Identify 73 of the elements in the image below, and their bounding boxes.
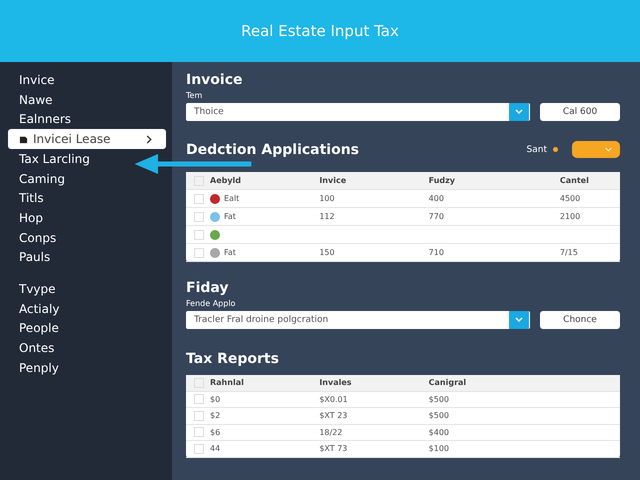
section-heading: Tax Reports: [186, 351, 280, 367]
table-cell-text: 7/15: [560, 248, 579, 257]
checkbox[interactable]: [194, 248, 204, 258]
dot-icon: [553, 147, 558, 152]
checkbox[interactable]: [194, 427, 204, 438]
table-cell-text: $X0.01: [319, 394, 349, 404]
table-cell-text: 18/22: [319, 428, 344, 437]
column-header: Fudzy: [428, 176, 456, 185]
table-cell-text: 2100: [560, 212, 582, 221]
caret-icon: [605, 147, 612, 152]
sidebar-item[interactable]: Invicei Lease: [8, 129, 166, 150]
sidebar-item[interactable]: Nawe: [8, 90, 59, 110]
section-heading: Fiday: [186, 280, 230, 296]
sidebar-item[interactable]: Pauls: [8, 248, 56, 268]
table-cell-text: $500: [428, 411, 450, 420]
sidebar-item[interactable]: People: [8, 318, 65, 338]
checkbox[interactable]: [194, 410, 204, 421]
table-cell-text: 112: [319, 212, 336, 221]
sidebar-item[interactable]: Invice: [8, 70, 61, 90]
dropdown-icon: [508, 311, 530, 329]
column-header: Invales: [319, 378, 353, 388]
document-icon: [19, 134, 28, 144]
sidebar-item[interactable]: Tvype: [8, 279, 62, 299]
sort-dropdown[interactable]: [572, 141, 620, 158]
sidebar-item[interactable]: Conps: [8, 228, 62, 248]
sidebar-item[interactable]: Tax Larcling: [8, 149, 96, 169]
action-button[interactable]: Cal 600: [540, 103, 620, 121]
table-cell: Ealt: [224, 194, 240, 203]
select-field[interactable]: Tracler Fral droine polgcration: [186, 311, 530, 329]
checkbox[interactable]: [194, 212, 204, 222]
field-label: Fende Applo: [186, 299, 236, 308]
sidebar-item[interactable]: Hop: [8, 208, 49, 228]
select-field[interactable]: Thoice: [186, 103, 530, 121]
checkbox[interactable]: [194, 444, 204, 454]
table-cell: Fat: [224, 248, 236, 257]
table-cell-text: $2: [210, 411, 222, 420]
table-cell-text: $500: [428, 394, 450, 404]
table-cell-text: 770: [428, 212, 445, 221]
table-cell-text: $400: [428, 428, 450, 437]
sidebar-item[interactable]: Ontes: [8, 338, 60, 358]
sidebar-item[interactable]: Penply: [8, 358, 65, 378]
column-header: Canigral: [428, 378, 468, 388]
table-cell-text: $0: [210, 394, 222, 404]
field-label: Tem: [186, 91, 204, 100]
sidebar-item[interactable]: Ealnners: [8, 109, 78, 130]
sidebar-item[interactable]: Caming: [8, 168, 71, 188]
column-header: Rahnlal: [210, 378, 245, 388]
column-header: Cantel: [560, 176, 590, 185]
table-cell: Fat: [224, 212, 236, 221]
dropdown-icon: [508, 103, 530, 121]
table-cell-text: 100: [319, 194, 336, 203]
checkbox[interactable]: [194, 230, 204, 240]
section-heading: Invoice: [186, 72, 244, 88]
sidebar-item[interactable]: Actialy: [8, 298, 66, 319]
section-heading: Dedction Applications: [186, 142, 360, 158]
checkbox[interactable]: [194, 394, 204, 404]
action-button[interactable]: Chonce: [540, 311, 620, 329]
column-header: Invice: [319, 176, 348, 185]
table-cell-text: $XT 23: [319, 411, 348, 420]
sort-label: Sant: [526, 144, 547, 154]
table-cell-text: 400: [428, 194, 445, 203]
table-cell-text: 44: [210, 444, 222, 454]
table-cell-text: 710: [428, 248, 445, 257]
table-cell-text: $6: [210, 428, 222, 437]
table-cell-text: $100: [428, 444, 450, 454]
checkbox[interactable]: [194, 194, 204, 204]
table-cell-text: 150: [319, 248, 336, 257]
chevron-icon: [146, 134, 152, 144]
table-cell-text: $XT 73: [319, 444, 348, 454]
table-cell-text: 4500: [560, 194, 582, 203]
app-title: Real Estate Input Tax: [241, 22, 399, 40]
column-header: Aebyld: [210, 176, 242, 185]
sidebar-item[interactable]: Titls: [8, 188, 50, 208]
